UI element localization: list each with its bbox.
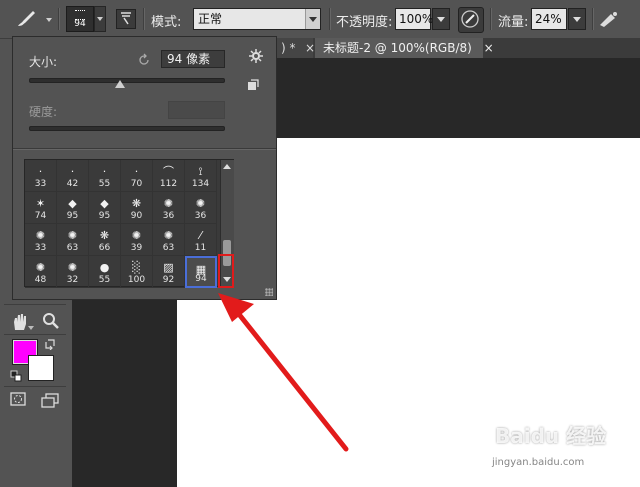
- annotation-arrow: [218, 293, 349, 452]
- watermark-brand: Baidu 经验: [495, 424, 607, 448]
- baidu-watermark: Baidu 经验: [495, 420, 606, 449]
- baidu-watermark-url: jingyan.baidu.com: [492, 457, 585, 468]
